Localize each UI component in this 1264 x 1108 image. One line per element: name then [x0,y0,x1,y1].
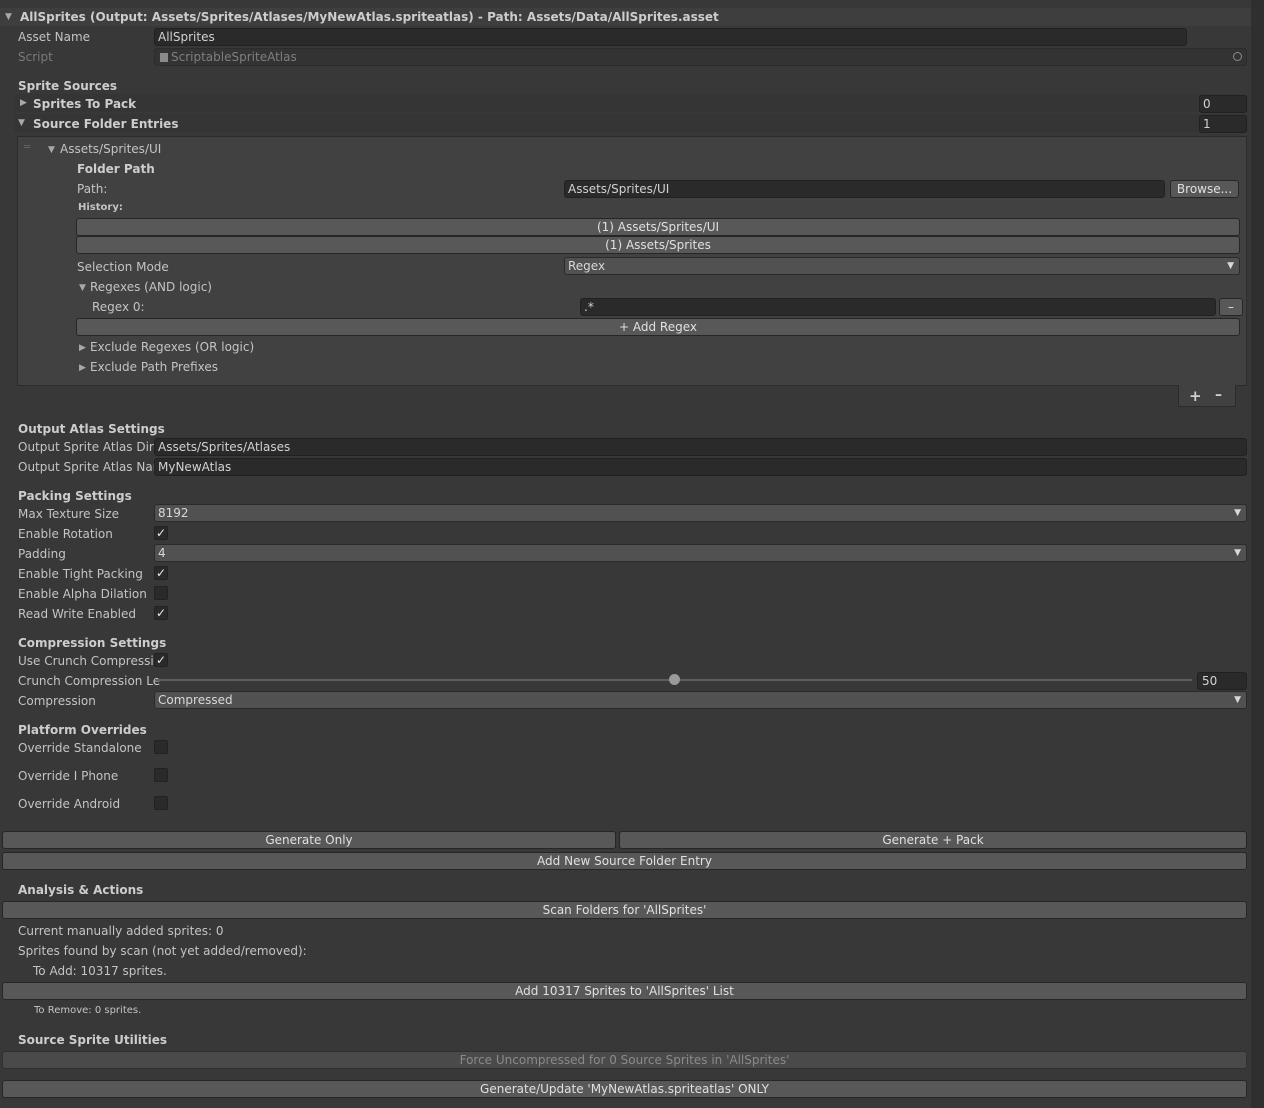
list-footer [1178,385,1236,407]
override-android-checkbox[interactable] [154,796,168,810]
source-folder-entries-foldout-icon[interactable]: ▼ [18,118,25,128]
max-texture-label: Max Texture Size [18,507,119,521]
output-dir-label: Output Sprite Atlas Direc [18,440,168,454]
crunch-label: Use Crunch Compressio [18,654,162,668]
sprite-sources-header: Sprite Sources [18,79,118,93]
source-folder-entries-label[interactable]: Source Folder Entries [33,116,178,132]
scrollbar-track[interactable] [1251,0,1264,1108]
sprites-to-pack-foldout-icon[interactable]: ▶ [20,98,27,108]
source-folder-entries-count[interactable]: 1 [1199,115,1247,133]
read-write-label: Read Write Enabled [18,607,136,621]
path-field[interactable]: Assets/Sprites/UI [564,180,1165,198]
selection-mode-value: Regex [568,259,606,273]
to-add-text: To Add: 10317 sprites. [33,964,167,978]
max-texture-value: 8192 [158,506,189,520]
manual-count-text: Current manually added sprites: 0 [18,924,224,938]
inspector-title: AllSprites (Output: Assets/Sprites/Atlas… [20,10,719,24]
compression-label: Compression [18,694,96,708]
asset-name-field[interactable]: AllSprites [154,28,1187,46]
max-texture-dropdown[interactable]: 8192 ▼ [154,504,1247,522]
slider-thumb[interactable] [669,674,680,685]
override-iphone-checkbox[interactable] [154,768,168,782]
chevron-down-icon: ▼ [1234,508,1241,518]
entry-foldout-icon[interactable]: ▼ [48,145,55,155]
selection-mode-dropdown[interactable]: Regex ▼ [564,257,1240,275]
generate-only-button[interactable]: Generate Only [2,831,616,849]
generate-update-button[interactable]: Generate/Update 'MyNewAtlas.spriteatlas'… [2,1080,1247,1098]
exclude-prefixes-label[interactable]: Exclude Path Prefixes [90,359,218,375]
foldout-expanded-icon[interactable]: ▼ [5,12,12,22]
sprites-to-pack-bar[interactable] [14,94,1248,112]
override-iphone-label: Override I Phone [18,769,119,783]
script-file-icon [160,53,168,62]
history-item-button[interactable]: (1) Assets/Sprites/UI [76,218,1240,236]
override-standalone-checkbox[interactable] [154,740,168,754]
output-name-label: Output Sprite Atlas Nam [18,460,165,474]
alpha-dilation-checkbox[interactable] [154,586,168,600]
regexes-foldout-icon[interactable]: ▼ [79,283,86,293]
tight-packing-label: Enable Tight Packing [18,567,143,581]
padding-dropdown[interactable]: 4 ▼ [154,544,1247,562]
chevron-down-icon: ▼ [1227,261,1234,271]
path-label: Path: [77,182,108,196]
regex0-field[interactable]: .* [580,298,1216,316]
rotation-checkbox[interactable]: ✓ [154,526,168,540]
script-value: ScriptableSpriteAtlas [171,50,297,64]
alpha-dilation-label: Enable Alpha Dilation [18,587,147,601]
regexes-label[interactable]: Regexes (AND logic) [90,279,212,295]
scan-folders-button[interactable]: Scan Folders for 'AllSprites' [2,901,1247,919]
override-android-label: Override Android [18,797,121,811]
output-dir-field[interactable]: Assets/Sprites/Atlases [154,438,1247,456]
remove-entry-icon[interactable]: – [1215,387,1222,403]
add-entry-icon[interactable]: + [1189,387,1202,405]
found-by-scan-text: Sprites found by scan (not yet added/rem… [18,944,307,958]
chevron-down-icon: ▼ [1234,695,1241,705]
output-settings-header: Output Atlas Settings [18,422,165,436]
override-standalone-label: Override Standalone [18,741,142,755]
add-source-folder-button[interactable]: Add New Source Folder Entry [2,852,1247,870]
crunch-level-field[interactable]: 50 [1197,672,1247,690]
add-regex-button[interactable]: + Add Regex [76,318,1240,336]
compression-settings-header: Compression Settings [18,636,167,650]
output-name-field[interactable]: MyNewAtlas [154,458,1247,476]
crunch-checkbox[interactable]: ✓ [154,653,168,667]
history-item-button[interactable]: (1) Assets/Sprites [76,236,1240,254]
chevron-down-icon: ▼ [1234,548,1241,558]
force-uncompressed-button: Force Uncompressed for 0 Source Sprites … [2,1051,1247,1069]
history-label: History: [78,202,123,213]
folder-path-header: Folder Path [77,162,155,176]
tight-packing-checkbox[interactable]: ✓ [154,566,168,580]
read-write-checkbox[interactable]: ✓ [154,606,168,620]
object-picker-icon[interactable] [1233,52,1242,61]
drag-handle-icon[interactable]: ═ [24,142,30,153]
compression-value: Compressed [158,693,233,707]
asset-name-label: Asset Name [18,30,91,44]
regex0-label: Regex 0: [92,300,145,314]
to-remove-text: To Remove: 0 sprites. [34,1005,142,1016]
generate-pack-button[interactable]: Generate + Pack [619,831,1247,849]
compression-dropdown[interactable]: Compressed ▼ [154,691,1247,709]
exclude-regexes-label[interactable]: Exclude Regexes (OR logic) [90,339,254,355]
exclude-regexes-foldout-icon[interactable]: ▶ [79,343,86,353]
rotation-label: Enable Rotation [18,527,113,541]
add-sprites-button[interactable]: Add 10317 Sprites to 'AllSprites' List [2,982,1247,1000]
selection-mode-label: Selection Mode [77,260,169,274]
browse-button[interactable]: Browse... [1170,180,1239,198]
sprites-to-pack-label[interactable]: Sprites To Pack [33,96,136,112]
platform-overrides-header: Platform Overrides [18,723,147,737]
sprites-to-pack-count[interactable]: 0 [1199,95,1247,113]
remove-regex-button[interactable]: – [1219,298,1243,316]
exclude-prefixes-foldout-icon[interactable]: ▶ [79,363,86,373]
packing-settings-header: Packing Settings [18,489,132,503]
analysis-header: Analysis & Actions [18,883,144,897]
script-label: Script [18,50,53,64]
entry-title[interactable]: Assets/Sprites/UI [60,141,161,157]
padding-value: 4 [158,546,166,560]
source-folder-entries-bar[interactable] [14,114,1248,132]
utilities-header: Source Sprite Utilities [18,1033,168,1047]
crunch-level-slider[interactable] [156,672,1192,688]
script-field: ScriptableSpriteAtlas [154,48,1247,66]
padding-label: Padding [18,547,66,561]
crunch-level-label: Crunch Compression Le [18,674,161,688]
